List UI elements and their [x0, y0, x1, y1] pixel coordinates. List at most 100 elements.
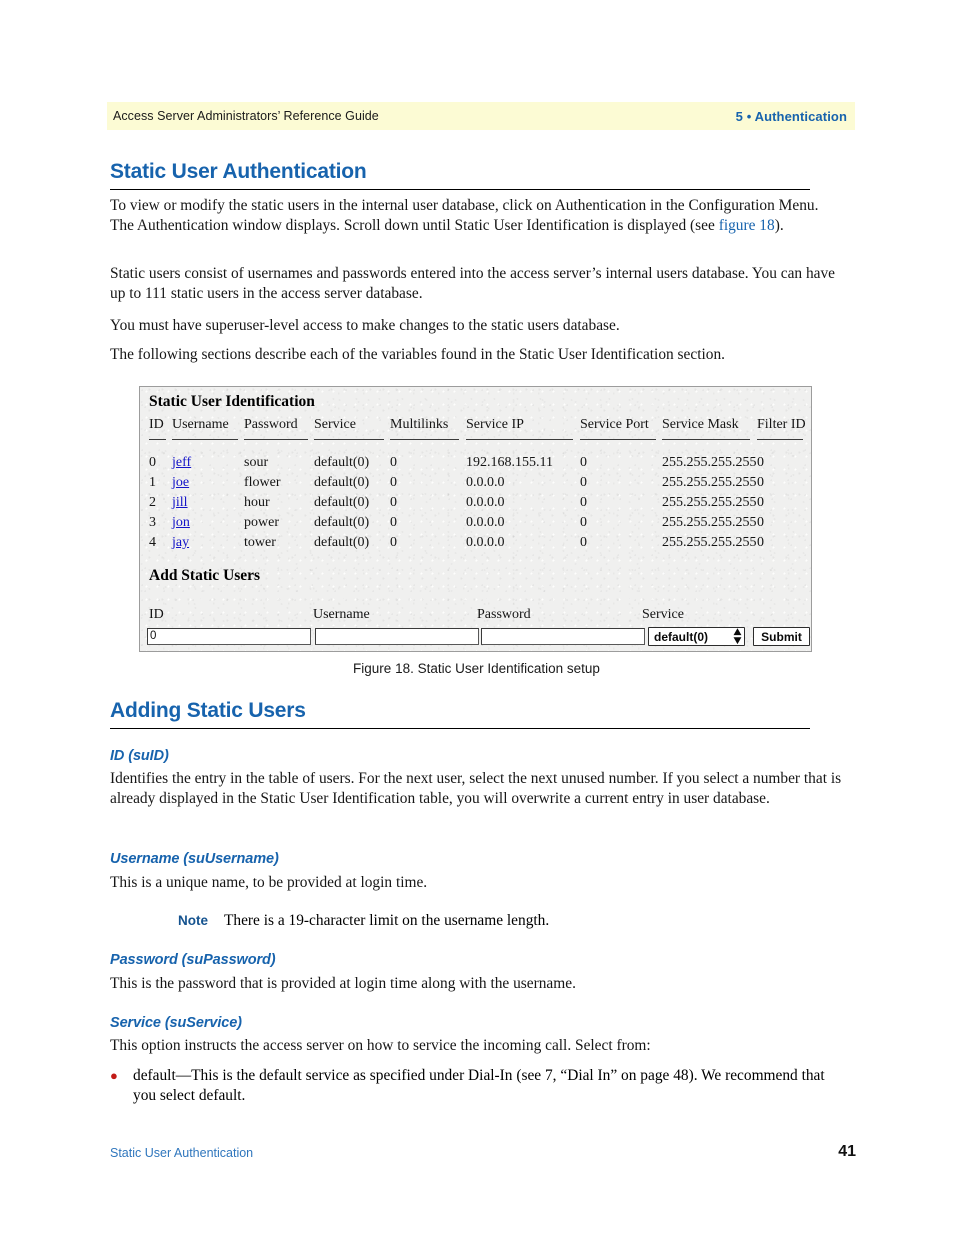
row-0-multilinks: 0 [390, 455, 397, 470]
service-select[interactable]: default(0) ▲ ▼ [648, 627, 745, 646]
static-users-paragraph: Static users consist of usernames and pa… [110, 265, 836, 302]
title-divider [110, 189, 810, 191]
password-input[interactable] [481, 628, 645, 645]
row-1-service: default(0) [314, 475, 370, 490]
row-1-service-ip: 0.0.0.0 [466, 475, 505, 490]
figure-caption: Figure 18. Static User Identification se… [353, 661, 600, 676]
submit-button[interactable]: Submit [753, 627, 810, 646]
header-rule-password [244, 439, 308, 440]
row-3-service-ip: 0.0.0.0 [466, 515, 505, 530]
row-4-password: tower [244, 535, 276, 550]
header-rule-username [172, 439, 238, 440]
document-page: Access Server Administrators’ Reference … [0, 0, 954, 1235]
row-3-password: power [244, 515, 279, 530]
running-header-title: Access Server Administrators’ Reference … [113, 109, 379, 123]
id-input[interactable]: 0 [147, 628, 311, 645]
superuser-paragraph: You must have superuser-level access to … [110, 317, 620, 334]
header-rule-service-ip [466, 439, 573, 440]
row-4-id: 4 [149, 535, 156, 550]
column-header-id: ID [149, 417, 164, 432]
row-4-username-link[interactable]: jay [172, 535, 189, 551]
note-body-text: There is a 19-character limit on the use… [224, 912, 550, 929]
row-4-service-ip: 0.0.0.0 [466, 535, 505, 550]
row-3-username-link[interactable]: jon [172, 515, 190, 531]
row-2-id: 2 [149, 495, 156, 510]
header-rule-service-port [580, 439, 656, 440]
row-4-filter-id: 0 [757, 535, 764, 550]
footer-section-label: Static User Authentication [110, 1146, 254, 1160]
sections-overview-paragraph: The following sections describe each of … [110, 346, 726, 363]
bullet-text: default—This is the default service as s… [133, 1066, 843, 1105]
username-input[interactable] [315, 628, 479, 645]
row-1-service-port: 0 [580, 475, 587, 490]
password-heading: Password (suPassword) [110, 952, 276, 968]
row-2-username-link[interactable]: jill [172, 495, 188, 511]
row-2-service: default(0) [314, 495, 370, 510]
dial-in-crossref[interactable]: “Dial In” [560, 1067, 617, 1084]
row-4-service: default(0) [314, 535, 370, 550]
password-body-text: This is the password that is provided at… [110, 975, 576, 992]
column-header-username: Username [172, 417, 229, 432]
row-3-multilinks: 0 [390, 515, 397, 530]
page-title: Static User Authentication [110, 160, 367, 183]
column-header-password: Password [244, 417, 298, 432]
intro-paragraph-part1: To view or modify the static users in th… [110, 197, 819, 234]
service-select-value: default(0) [654, 629, 708, 644]
row-0-username-link[interactable]: jeff [172, 455, 191, 471]
column-header-service: Service [314, 417, 356, 432]
id-heading: ID (suID) [110, 748, 169, 764]
username-heading: Username (suUsername) [110, 851, 279, 867]
row-3-service: default(0) [314, 515, 370, 530]
header-rule-multilinks [390, 439, 459, 440]
row-2-filter-id: 0 [757, 495, 764, 510]
row-4-service-port: 0 [580, 535, 587, 550]
running-header-chapter: 5 • Authentication [735, 108, 847, 124]
row-2-service-ip: 0.0.0.0 [466, 495, 505, 510]
row-2-service-mask: 255.255.255.255 [662, 495, 757, 510]
row-3-id: 3 [149, 515, 156, 530]
row-2-service-port: 0 [580, 495, 587, 510]
form-label-service: Service [642, 607, 684, 622]
row-1-filter-id: 0 [757, 475, 764, 490]
adding-static-users-heading: Adding Static Users [110, 699, 306, 722]
row-1-username-link[interactable]: joe [172, 475, 189, 491]
row-0-service: default(0) [314, 455, 370, 470]
form-label-password: Password [477, 607, 531, 622]
header-rule-service-mask [662, 439, 750, 440]
row-0-service-ip: 192.168.155.11 [466, 455, 553, 470]
row-2-multilinks: 0 [390, 495, 397, 510]
row-3-service-mask: 255.255.255.255 [662, 515, 757, 530]
figure-18-screenshot: Static User Identification ID Username P… [139, 386, 812, 652]
figure-18-crossref[interactable]: figure 18 [719, 217, 775, 234]
column-header-service-ip: Service IP [466, 417, 524, 432]
figure-panel-title: Static User Identification [149, 393, 315, 410]
id-body-text: Identifies the entry in the table of use… [110, 770, 842, 807]
row-1-multilinks: 0 [390, 475, 397, 490]
header-rule-id [149, 439, 166, 440]
bullet-text-part1: default—This is the default service as s… [133, 1067, 561, 1084]
row-3-service-port: 0 [580, 515, 587, 530]
username-body-text: This is a unique name, to be provided at… [110, 874, 428, 891]
form-label-username: Username [313, 607, 370, 622]
row-0-service-mask: 255.255.255.255 [662, 455, 757, 470]
updown-arrows-icon: ▲ ▼ [733, 626, 742, 646]
column-header-filter-id: Filter ID [757, 417, 806, 432]
form-label-id: ID [149, 607, 164, 622]
row-0-password: sour [244, 455, 269, 470]
add-static-users-title: Add Static Users [149, 567, 261, 584]
row-0-service-port: 0 [580, 455, 587, 470]
page-number: 41 [838, 1143, 856, 1160]
bullet-dot-icon: ● [110, 1068, 118, 1083]
header-rule-filter-id [757, 439, 803, 440]
column-header-multilinks: Multilinks [390, 417, 449, 432]
row-0-filter-id: 0 [757, 455, 764, 470]
adding-static-users-divider [110, 728, 810, 730]
note-label: Note [178, 913, 208, 928]
row-1-service-mask: 255.255.255.255 [662, 475, 757, 490]
service-body-text: This option instructs the access server … [110, 1037, 651, 1054]
note-block: Note There is a 19-character limit on the… [178, 911, 818, 931]
row-3-filter-id: 0 [757, 515, 764, 530]
running-header: Access Server Administrators’ Reference … [107, 102, 855, 130]
row-4-multilinks: 0 [390, 535, 397, 550]
row-1-id: 1 [149, 475, 156, 490]
